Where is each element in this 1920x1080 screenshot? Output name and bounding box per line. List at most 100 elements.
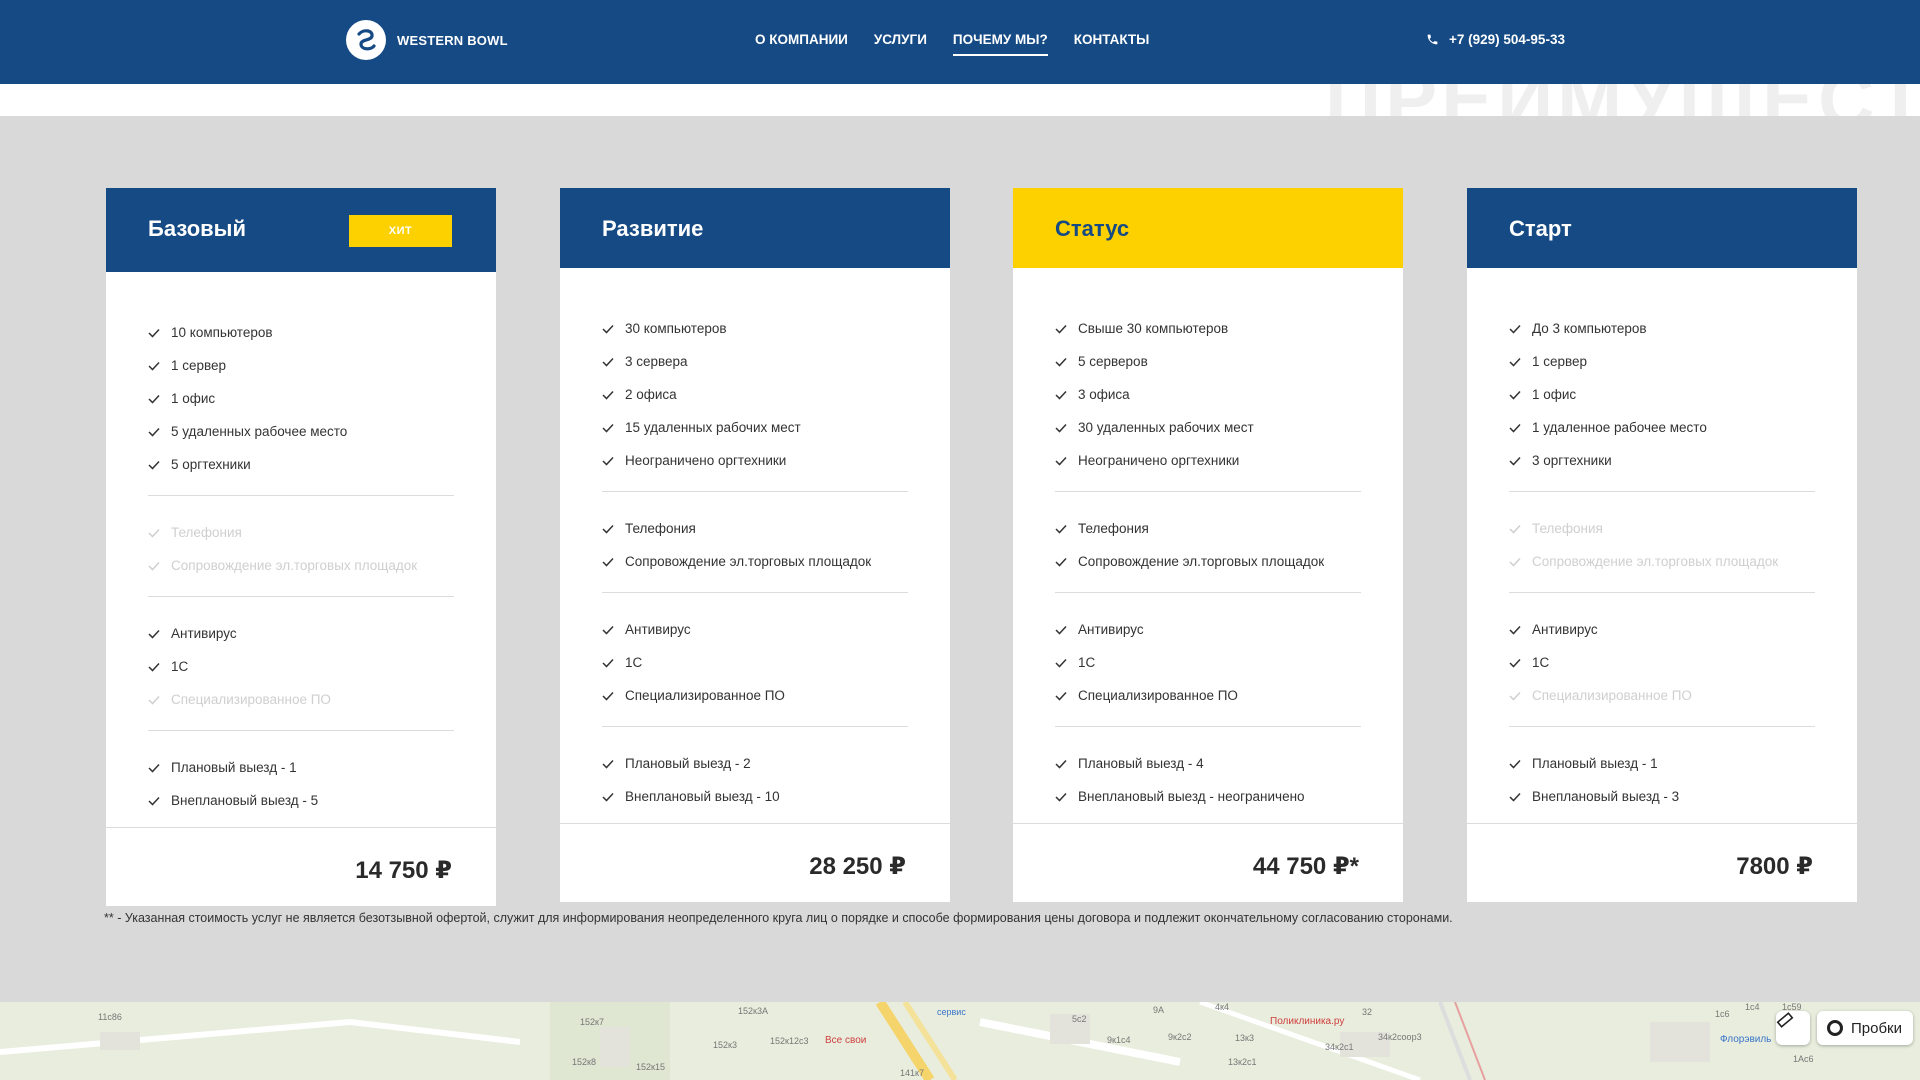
feature-label: 1С (171, 659, 189, 674)
feature-label: 5 серверов (1078, 354, 1148, 369)
feature-item: Антивирус (148, 617, 454, 650)
feature-item: Антивирус (1055, 613, 1361, 646)
check-icon (1055, 456, 1067, 466)
feature-item: До 3 компьютеров (1509, 312, 1815, 345)
check-icon (1509, 524, 1521, 534)
nav-contacts[interactable]: КОНТАКТЫ (1074, 32, 1150, 47)
check-icon (1055, 390, 1067, 400)
check-icon (148, 629, 160, 639)
feature-list: 10 компьютеров 1 сервер 1 офис 5 удаленных … (106, 272, 496, 823)
feature-item: 5 удаленных рабочее место (148, 415, 454, 448)
check-icon (1509, 423, 1521, 433)
feature-item: Сопровождение эл.торговых площадок (148, 549, 454, 582)
card-header: Старт (1467, 188, 1857, 268)
plan-title: Развитие (602, 216, 704, 241)
feature-label: Плановый выезд - 4 (1078, 756, 1204, 771)
check-icon (1509, 324, 1521, 334)
map-poi[interactable]: Поликлиника.ру (1270, 1016, 1344, 1027)
feature-list: До 3 компьютеров 1 сервер 1 офис 1 удаленно… (1467, 268, 1857, 819)
map-label: 11с86 (98, 1012, 122, 1022)
map-label: 152к12с3 (770, 1036, 809, 1046)
check-icon (1055, 423, 1067, 433)
check-icon (1055, 658, 1067, 668)
main-nav: О КОМПАНИИ УСЛУГИ ПОЧЕМУ МЫ? КОНТАКТЫ (755, 32, 1175, 56)
check-icon (602, 456, 614, 466)
nav-about[interactable]: О КОМПАНИИ (755, 32, 848, 47)
feature-group: 30 компьютеров 3 сервера 2 офиса 15 удаленн… (602, 312, 908, 492)
feature-label: 30 удаленных рабочих мест (1078, 420, 1254, 435)
map-label: сервис (937, 1007, 966, 1017)
check-icon (602, 625, 614, 635)
section-ghost-heading: ПРЕИМУЩЕСТВА (1325, 84, 1920, 116)
feature-label: Телефония (1078, 521, 1149, 536)
feature-group: До 3 компьютеров 1 сервер 1 офис 1 удаленно… (1509, 312, 1815, 492)
check-icon (1055, 324, 1067, 334)
feature-group: Свыше 30 компьютеров 5 серверов 3 офиса 30 … (1055, 312, 1361, 492)
traffic-label: Пробки (1851, 1019, 1902, 1037)
feature-label: 30 компьютеров (625, 321, 727, 336)
feature-item: 5 серверов (1055, 345, 1361, 378)
feature-item: 3 сервера (602, 345, 908, 378)
feature-group: Плановый выезд - 1 Внеплановый выезд - 3 (1509, 747, 1815, 819)
check-icon (1055, 792, 1067, 802)
feature-label: Специализированное ПО (1532, 688, 1692, 703)
nav-why-us[interactable]: ПОЧЕМУ МЫ? (952, 32, 1048, 56)
feature-item: 1 офис (148, 382, 454, 415)
feature-item: 1 сервер (148, 349, 454, 382)
feature-item: 1С (148, 650, 454, 683)
check-icon (148, 460, 160, 470)
check-icon (602, 792, 614, 802)
map-label: 152к3 (713, 1040, 737, 1050)
card-footer: 7800 ₽ (1467, 823, 1857, 902)
map-label: 13к3 (1235, 1033, 1254, 1043)
check-icon (602, 759, 614, 769)
check-icon (148, 361, 160, 371)
feature-label: Внеплановый выезд - неограничено (1078, 789, 1305, 804)
pricing-card: Базовый ХИТ 10 компьютеров 1 сервер 1 офис 5 … (106, 188, 496, 906)
feature-item: Плановый выезд - 2 (602, 747, 908, 780)
feature-item: Плановый выезд - 1 (148, 751, 454, 784)
check-icon (148, 695, 160, 705)
check-icon (1509, 792, 1521, 802)
feature-group: Плановый выезд - 1 Внеплановый выезд - 5 (148, 751, 454, 823)
nav-services[interactable]: УСЛУГИ (874, 32, 927, 47)
feature-group: Антивирус 1С Специализированное ПО (602, 613, 908, 727)
ruler-button[interactable] (1776, 1011, 1810, 1045)
feature-label: 3 сервера (625, 354, 688, 369)
feature-item: 30 компьютеров (602, 312, 908, 345)
feature-item: 1С (1509, 646, 1815, 679)
feature-item: 5 оргтехники (148, 448, 454, 481)
logo[interactable]: WESTERN BOWL (346, 20, 508, 60)
map-label: 34к2с1 (1325, 1042, 1354, 1052)
map-label: 9к1с4 (1107, 1035, 1131, 1045)
check-icon (148, 561, 160, 571)
feature-item: Внеплановый выезд - 3 (1509, 780, 1815, 813)
card-footer: 14 750 ₽ (106, 827, 496, 906)
traffic-toggle[interactable]: Пробки (1817, 1011, 1913, 1045)
feature-item: 1 офис (1509, 378, 1815, 411)
feature-label: Неограничено оргтехники (625, 453, 787, 468)
check-icon (602, 390, 614, 400)
map-poi[interactable]: Все свои (825, 1035, 866, 1046)
feature-label: 1С (625, 655, 643, 670)
feature-group: Антивирус 1С Специализированное ПО (1055, 613, 1361, 727)
phone-link[interactable]: +7 (929) 504-95-33 (1426, 32, 1565, 47)
feature-group: Телефония Сопровождение эл.торговых площа… (1055, 512, 1361, 593)
feature-label: До 3 компьютеров (1532, 321, 1647, 336)
phone-icon (1427, 34, 1438, 45)
plan-price: 44 750 ₽* (1252, 853, 1359, 880)
feature-label: Неограничено оргтехники (1078, 453, 1240, 468)
feature-label: Свыше 30 компьютеров (1078, 321, 1229, 336)
check-icon (148, 394, 160, 404)
feature-group: Антивирус 1С Специализированное ПО (148, 617, 454, 731)
feature-label: Сопровождение эл.торговых площадок (171, 558, 418, 573)
map[interactable]: 11с86 152к7 152к3А 152к3 152к12с3 152к8 … (0, 1002, 1920, 1080)
check-icon (602, 357, 614, 367)
logo-text: WESTERN BOWL (397, 32, 508, 48)
feature-item: Плановый выезд - 1 (1509, 747, 1815, 780)
map-poi[interactable]: Флорэвиль (1720, 1034, 1771, 1045)
site-header: WESTERN BOWL О КОМПАНИИ УСЛУГИ ПОЧЕМУ МЫ… (0, 0, 1920, 84)
feature-item: 1 удаленное рабочее место (1509, 411, 1815, 444)
feature-item: Специализированное ПО (602, 679, 908, 712)
feature-label: 5 удаленных рабочее место (171, 424, 348, 439)
